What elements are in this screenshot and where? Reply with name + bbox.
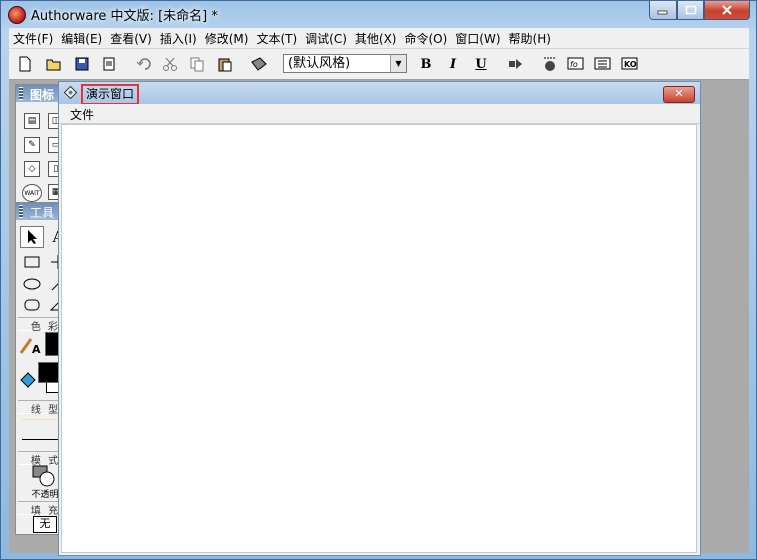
paste-icon[interactable] (215, 54, 235, 74)
menu-insert[interactable]: 插入(I) (156, 30, 201, 47)
run-icon[interactable] (506, 54, 526, 74)
menu-control[interactable]: 调试(C) (301, 30, 351, 47)
wait-icon[interactable]: WAIT (22, 184, 42, 202)
authorware-logo-icon (8, 6, 26, 24)
menu-file[interactable]: 文件(F) (9, 30, 57, 47)
presentation-title-bar[interactable]: 演示窗口 ✕ (59, 82, 700, 105)
grip-icon (19, 87, 23, 100)
arrow-pointer-icon (28, 230, 37, 244)
svg-text:fo: fo (570, 60, 578, 69)
minimize-button[interactable] (649, 1, 677, 20)
foreground-color-swatch[interactable] (38, 362, 60, 383)
pointer-tool[interactable] (20, 226, 44, 248)
menu-edit[interactable]: 编辑(E) (57, 30, 106, 47)
motion-icon[interactable]: ✎ (24, 137, 40, 153)
new-icon[interactable] (15, 54, 35, 74)
menu-modify[interactable]: 修改(M) (201, 30, 253, 47)
copy-icon[interactable] (187, 54, 207, 74)
undo-icon[interactable] (134, 54, 154, 74)
icon-palette: 图标 ▤ ✎ ◇ WAIT ◫ ▭ ▯ ▦ (15, 84, 64, 206)
rounded-rectangle-tool[interactable] (20, 294, 44, 316)
presentation-title: 演示窗口 (81, 84, 140, 105)
display-icon[interactable]: ▤ (24, 113, 40, 129)
grip-icon (19, 205, 23, 218)
fill-value[interactable]: 无 (33, 516, 57, 533)
svg-text:KO: KO (624, 60, 637, 69)
menu-xtras[interactable]: 其他(X) (351, 30, 401, 47)
erase-icon[interactable]: ◇ (24, 161, 40, 177)
menu-bar: 文件(F) 编辑(E) 查看(V) 插入(I) 修改(M) 文本(T) 调试(C… (9, 28, 749, 49)
open-icon[interactable] (45, 54, 65, 74)
style-select-value: (默认风格) (288, 56, 351, 71)
fill-bucket-icon[interactable] (17, 368, 39, 394)
menu-view[interactable]: 查看(V) (106, 30, 156, 47)
rectangle-tool[interactable] (20, 251, 44, 273)
presentation-window-icon (64, 86, 77, 99)
knowledge-objects-icon[interactable]: KO (620, 54, 640, 74)
save-all-icon[interactable] (73, 54, 93, 74)
icon-palette-header[interactable]: 图标 (16, 85, 62, 102)
maximize-button[interactable] (677, 1, 704, 20)
title-bar[interactable]: Authorware 中文版: [未命名] * (1, 1, 756, 27)
menu-help[interactable]: 帮助(H) (505, 30, 555, 47)
functions-icon[interactable]: fo (566, 54, 586, 74)
maximize-icon (685, 5, 696, 15)
menu-window[interactable]: 窗口(W) (451, 30, 504, 47)
close-icon (722, 5, 732, 15)
control-panel-icon[interactable] (540, 54, 560, 74)
italic-button[interactable]: I (443, 54, 463, 74)
presentation-window: 演示窗口 ✕ 文件 (58, 81, 701, 556)
cut-icon[interactable] (160, 54, 180, 74)
menu-commands[interactable]: 命令(O) (400, 30, 451, 47)
app-window: Authorware 中文版: [未命名] * 文件(F) 编辑(E) 查看(V… (0, 0, 757, 560)
presentation-close-button[interactable]: ✕ (663, 86, 695, 103)
presentation-canvas[interactable] (61, 124, 697, 553)
style-select[interactable]: (默认风格) ▼ (283, 54, 407, 73)
chevron-down-icon[interactable]: ▼ (390, 55, 406, 72)
presentation-menu-file[interactable]: 文件 (70, 106, 94, 123)
mode-icon[interactable] (32, 465, 55, 487)
tools-palette-title: 工具 (30, 206, 55, 220)
minimize-icon (657, 10, 668, 15)
pen-text-color-icon[interactable]: A (18, 333, 44, 357)
window-title: Authorware 中文版: [未命名] * (31, 9, 218, 24)
import-icon[interactable] (99, 54, 119, 74)
toolbar: (默认风格) ▼ B I U fo KO (9, 49, 749, 80)
find-icon[interactable] (249, 54, 269, 74)
close-button[interactable] (704, 1, 750, 20)
underline-button[interactable]: U (471, 54, 491, 74)
bold-button[interactable]: B (416, 54, 436, 74)
svg-text:A: A (32, 343, 41, 355)
menu-text[interactable]: 文本(T) (252, 30, 301, 47)
variables-icon[interactable] (593, 54, 613, 74)
presentation-menu-bar: 文件 (59, 104, 700, 124)
icon-palette-title: 图标 (30, 88, 55, 102)
ellipse-tool[interactable] (20, 273, 44, 295)
